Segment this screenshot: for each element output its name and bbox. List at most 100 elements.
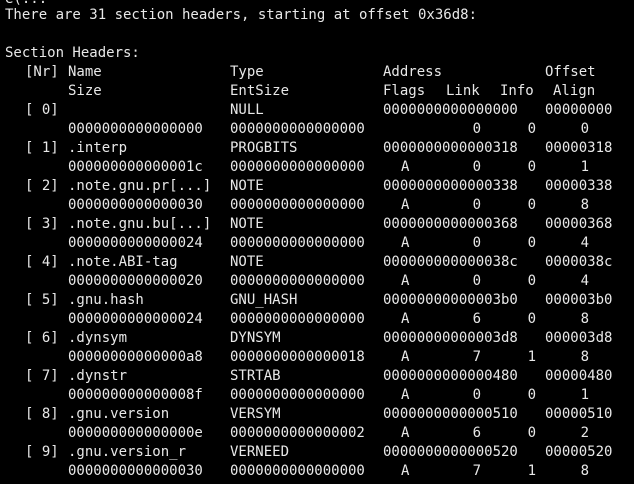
section-flags: A <box>401 387 410 403</box>
section-nr: [ 0] <box>25 102 59 118</box>
section-row-primary: [ 9] .gnu.version_r VERNEED 000000000000052… <box>0 443 634 462</box>
section-name: .note.gnu.pr[...] <box>68 178 212 194</box>
section-size: 0000000000000000 <box>68 121 203 137</box>
section-size: 0000000000000024 <box>68 311 203 327</box>
section-row-secondary: 0000000000000024 0000000000000000 A 0 0 4 <box>0 234 634 253</box>
section-info: 0 <box>527 425 536 441</box>
section-row-secondary: 0000000000000024 0000000000000000 A 6 0 8 <box>0 310 634 329</box>
section-align: 8 <box>580 197 589 213</box>
section-offset: 00000480 <box>545 368 613 384</box>
section-address: 0000000000000368 <box>383 216 518 232</box>
section-type: VERSYM <box>230 406 281 422</box>
column-header-row-1: [Nr] Name Type Address Offset <box>0 63 634 82</box>
section-align: 8 <box>580 349 589 365</box>
section-flags: A <box>401 159 410 175</box>
section-type: PROGBITS <box>230 140 298 156</box>
section-flags: A <box>401 425 410 441</box>
section-flags: A <box>401 349 410 365</box>
section-link: 6 <box>472 425 481 441</box>
section-align: 8 <box>580 463 589 479</box>
section-nr: [ 8] <box>25 406 59 422</box>
section-nr: [ 5] <box>25 292 59 308</box>
section-size: 000000000000008f <box>68 387 203 403</box>
section-flags: A <box>401 197 410 213</box>
section-link: 0 <box>472 159 481 175</box>
section-row-secondary: 0000000000000030 0000000000000000 A 7 1 8 <box>0 462 634 481</box>
section-flags: A <box>401 235 410 251</box>
section-entsize: 0000000000000000 <box>230 463 365 479</box>
header-nr: [Nr] <box>25 64 59 80</box>
section-link: 0 <box>472 235 481 251</box>
section-name: .gnu.hash <box>68 292 144 308</box>
section-nr: [ 1] <box>25 140 59 156</box>
section-name: .gnu.version_r <box>68 444 187 460</box>
section-type: DYNSYM <box>230 330 281 346</box>
section-address: 0000000000000510 <box>383 406 518 422</box>
section-size: 000000000000000e <box>68 425 203 441</box>
section-address: 0000000000000000 <box>383 102 518 118</box>
section-size: 0000000000000024 <box>68 235 203 251</box>
section-headers-title: Section Headers: <box>5 45 140 61</box>
section-row-primary: [ 0] NULL 0000000000000000 00000000 <box>0 101 634 120</box>
terminal-window[interactable]: e(... There are 31 section headers, star… <box>0 0 634 484</box>
section-entsize: 0000000000000000 <box>230 159 365 175</box>
header-flags: Flags <box>383 83 426 99</box>
section-entsize: 0000000000000000 <box>230 387 365 403</box>
header-info: Info <box>500 83 534 99</box>
section-type: NOTE <box>230 216 264 232</box>
header-entsize: EntSize <box>230 83 290 99</box>
section-offset: 00000510 <box>545 406 613 422</box>
section-name: .dynstr <box>68 368 128 384</box>
section-row-primary: [ 7] .dynstr STRTAB 0000000000000480 0000048… <box>0 367 634 386</box>
section-row-secondary: 000000000000000e 0000000000000002 A 6 0 2 <box>0 424 634 443</box>
section-name: .note.gnu.bu[...] <box>68 216 212 232</box>
header-type: Type <box>230 64 264 80</box>
section-nr: [ 2] <box>25 178 59 194</box>
section-align: 0 <box>580 121 589 137</box>
section-address: 0000000000000338 <box>383 178 518 194</box>
section-offset: 0000038c <box>545 254 613 270</box>
section-link: 0 <box>472 121 481 137</box>
column-header-row-2: Size EntSize Flags Link Info Align <box>0 82 634 101</box>
section-row-secondary: 0000000000000000 0000000000000000 0 0 0 <box>0 120 634 139</box>
section-row-secondary: 0000000000000020 0000000000000000 A 0 0 4 <box>0 272 634 291</box>
section-size: 0000000000000030 <box>68 463 203 479</box>
header-name: Name <box>68 64 102 80</box>
section-row-primary: [ 2] .note.gnu.pr[...] NOTE 000000000000033… <box>0 177 634 196</box>
section-link: 0 <box>472 197 481 213</box>
section-address: 00000000000003b0 <box>383 292 518 308</box>
section-address: 0000000000000480 <box>383 368 518 384</box>
section-nr: [ 7] <box>25 368 59 384</box>
section-flags: A <box>401 463 410 479</box>
section-size: 00000000000000a8 <box>68 349 203 365</box>
section-entsize: 0000000000000000 <box>230 121 365 137</box>
section-offset: 00000368 <box>545 216 613 232</box>
section-info: 0 <box>527 159 536 175</box>
section-name: .gnu.version <box>68 406 170 422</box>
section-offset: 00000000 <box>545 102 613 118</box>
section-type: STRTAB <box>230 368 281 384</box>
section-info: 1 <box>527 463 536 479</box>
section-entsize: 0000000000000000 <box>230 273 365 289</box>
section-info: 0 <box>527 197 536 213</box>
section-entsize: 0000000000000002 <box>230 425 365 441</box>
section-align: 4 <box>580 273 589 289</box>
section-address: 0000000000000318 <box>383 140 518 156</box>
header-link: Link <box>446 83 480 99</box>
section-address: 00000000000003d8 <box>383 330 518 346</box>
section-align: 1 <box>580 159 589 175</box>
header-align: Align <box>553 83 596 99</box>
section-link: 0 <box>472 387 481 403</box>
section-align: 2 <box>580 425 589 441</box>
section-flags: A <box>401 311 410 327</box>
section-row-secondary: 0000000000000030 0000000000000000 A 0 0 8 <box>0 196 634 215</box>
section-address: 0000000000000520 <box>383 444 518 460</box>
section-link: 0 <box>472 273 481 289</box>
section-address: 000000000000038c <box>383 254 518 270</box>
section-row-primary: [ 8] .gnu.version VERSYM 0000000000000510 00… <box>0 405 634 424</box>
section-row-primary: [ 3] .note.gnu.bu[...] NOTE 000000000000036… <box>0 215 634 234</box>
section-offset: 00000318 <box>545 140 613 156</box>
section-info: 0 <box>527 311 536 327</box>
section-name: .interp <box>68 140 128 156</box>
header-size: Size <box>68 83 102 99</box>
